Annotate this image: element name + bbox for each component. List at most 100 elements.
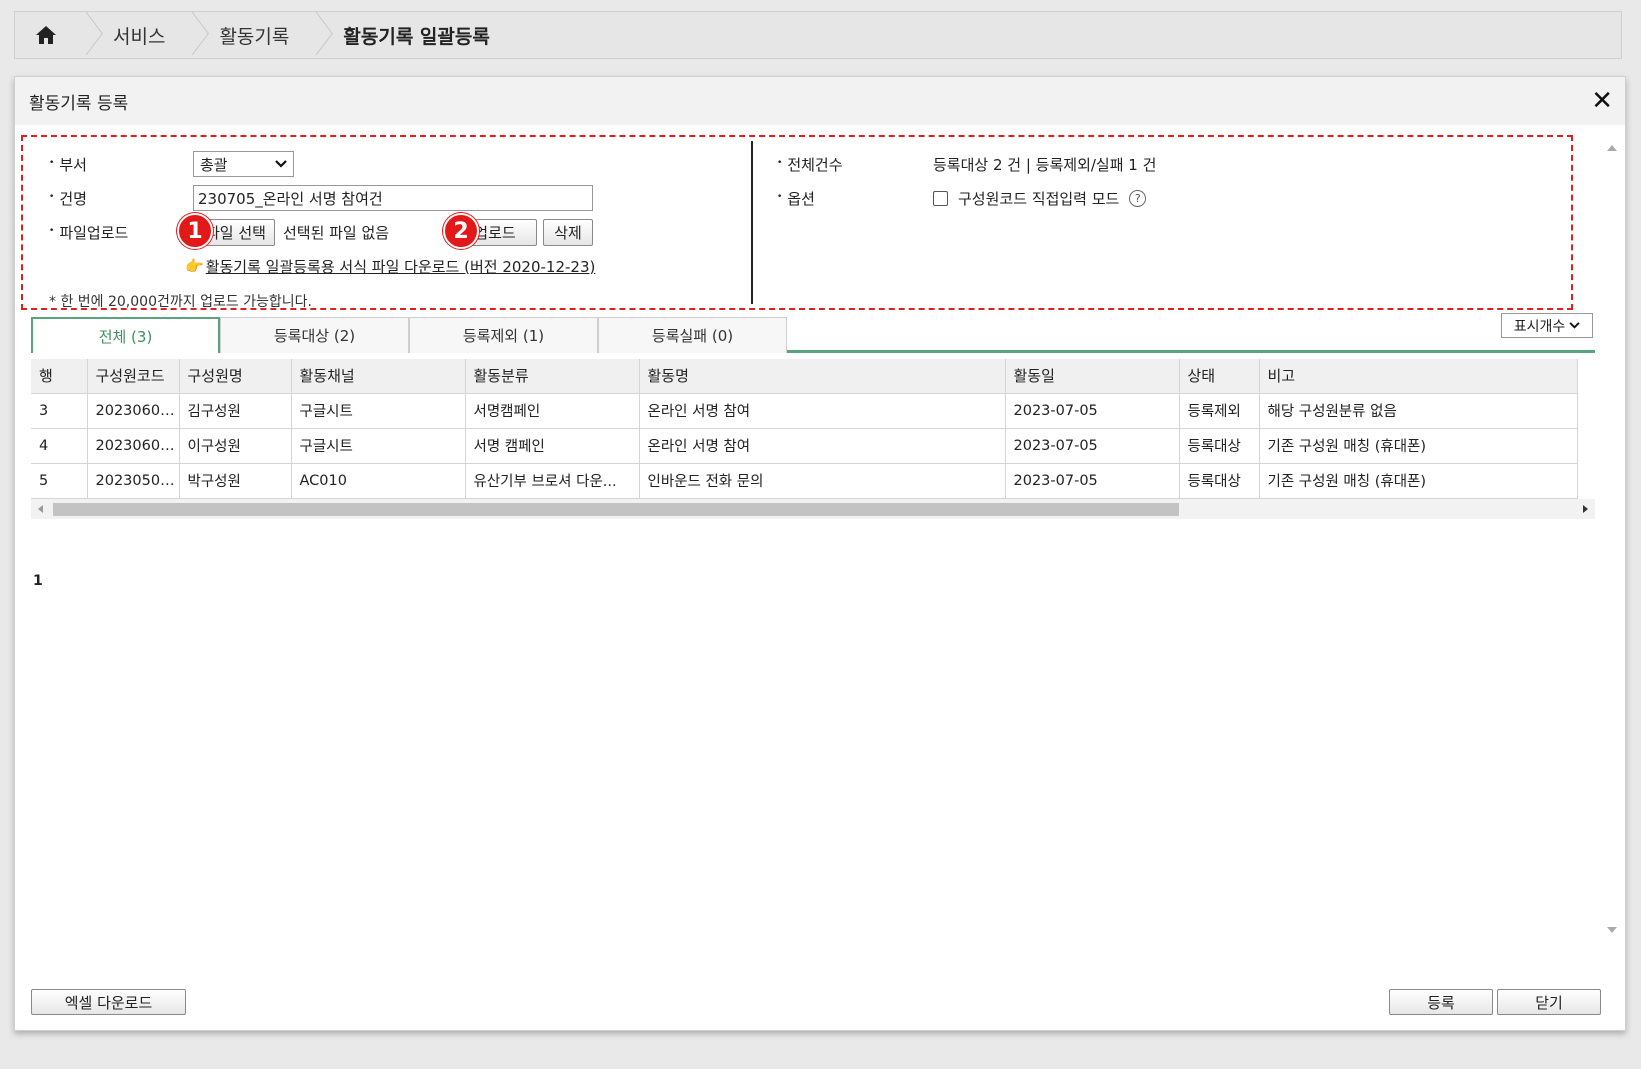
col-header-category[interactable]: 활동분류 xyxy=(465,359,640,394)
step-badge-1: 1 xyxy=(177,213,213,249)
dialog-title: 활동기록 등록 xyxy=(29,93,129,114)
breadcrumb-item-bulk-register: 활동기록 일괄등록 xyxy=(343,25,490,48)
cell-status: 등록대상 xyxy=(1179,463,1260,499)
excel-download-button[interactable]: 엑셀 다운로드 xyxy=(31,989,186,1015)
col-header-member-name[interactable]: 구성원명 xyxy=(179,359,292,394)
col-header-channel[interactable]: 활동채널 xyxy=(291,359,466,394)
breadcrumb-separator xyxy=(183,12,197,58)
scroll-down-icon[interactable] xyxy=(1607,927,1617,933)
option-label: 옵션 xyxy=(777,188,933,209)
col-header-activity-name[interactable]: 활동명 xyxy=(639,359,1006,394)
direct-input-checkbox[interactable] xyxy=(933,190,948,206)
cell-channel: AC010 xyxy=(291,463,466,499)
cell-member-name: 박구성원 xyxy=(179,463,292,499)
cell-activity-date: 2023-07-05 xyxy=(1005,393,1180,429)
cell-member-name: 김구성원 xyxy=(179,393,292,429)
col-header-member-code[interactable]: 구성원코드 xyxy=(87,359,180,394)
step-badge-2: 2 xyxy=(443,213,479,249)
help-icon[interactable]: ? xyxy=(1129,189,1147,207)
table-header-row: 행 구성원코드 구성원명 활동채널 활동분류 활동명 활동일 상태 비고 xyxy=(31,359,1578,394)
cell-activity-date: 2023-07-05 xyxy=(1005,463,1180,499)
dept-select[interactable]: 총괄 xyxy=(193,151,294,177)
scroll-up-icon[interactable] xyxy=(1607,145,1617,151)
dept-label: 부서 xyxy=(49,154,193,175)
delete-button[interactable]: 삭제 xyxy=(542,218,593,246)
name-label: 건명 xyxy=(49,188,193,209)
cell-remark: 기존 구성원 매칭 (휴대폰) xyxy=(1259,428,1578,464)
total-label: 전체건수 xyxy=(777,154,933,175)
option-row: 옵션 구성원코드 직접입력 모드 ? xyxy=(777,181,1571,215)
breadcrumb-item-service[interactable]: 서비스 xyxy=(91,22,183,49)
tab-all[interactable]: 전체 (3) xyxy=(31,317,220,353)
template-row: 👉 활동기록 일괄등록용 서식 파일 다운로드 (버전 2020-12-23) xyxy=(49,249,751,283)
cell-row: 5 xyxy=(31,463,88,499)
cell-activity-name: 온라인 서명 참여 xyxy=(639,428,1006,464)
scroll-right-icon[interactable] xyxy=(1583,504,1588,513)
scroll-left-icon[interactable] xyxy=(38,504,43,513)
close-button[interactable]: 닫기 xyxy=(1497,989,1601,1015)
register-button[interactable]: 등록 xyxy=(1389,989,1493,1015)
show-count-select[interactable]: 표시개수 xyxy=(1501,313,1593,338)
col-header-status[interactable]: 상태 xyxy=(1179,359,1260,394)
direct-input-label: 구성원코드 직접입력 모드 xyxy=(958,189,1120,208)
cell-member-name: 이구성원 xyxy=(179,428,292,464)
total-value: 등록대상 2 건 | 등록제외/실패 1 건 xyxy=(933,155,1157,174)
tab-failed[interactable]: 등록실패 (0) xyxy=(598,317,787,353)
cell-member-code: 20230600... xyxy=(87,393,180,429)
chevron-down-icon xyxy=(275,160,287,168)
cell-activity-name: 온라인 서명 참여 xyxy=(639,393,1006,429)
dept-row: 부서 총괄 xyxy=(49,147,751,181)
cell-activity-name: 인바운드 전화 문의 xyxy=(639,463,1006,499)
dept-select-value: 총괄 xyxy=(200,155,228,174)
cell-status: 등록대상 xyxy=(1179,428,1260,464)
table-row[interactable]: 3 20230600... 김구성원 구글시트 서명캠페인 온라인 서명 참여 … xyxy=(31,393,1578,429)
template-download-link[interactable]: 활동기록 일괄등록용 서식 파일 다운로드 (버전 2020-12-23) xyxy=(206,256,596,277)
cell-row: 3 xyxy=(31,393,88,429)
result-table: 행 구성원코드 구성원명 활동채널 활동분류 활동명 활동일 상태 비고 3 2… xyxy=(31,359,1578,499)
dialog-header: 활동기록 등록 ✕ xyxy=(15,77,1625,125)
col-header-remark[interactable]: 비고 xyxy=(1259,359,1578,394)
activity-register-dialog: 활동기록 등록 ✕ 부서 총괄 건명 230705_온라인 서명 참여건 파일업… xyxy=(14,76,1626,1031)
total-row: 전체건수 등록대상 2 건 | 등록제외/실패 1 건 xyxy=(777,147,1571,181)
horizontal-scrollbar[interactable] xyxy=(31,498,1595,519)
vertical-scrollbar[interactable] xyxy=(1603,137,1621,933)
cell-member-code: 20230500... xyxy=(87,463,180,499)
cell-row: 4 xyxy=(31,428,88,464)
show-count-label: 표시개수 xyxy=(1513,318,1566,335)
pointing-hand-icon: 👉 xyxy=(185,257,204,275)
pagination-current-page[interactable]: 1 xyxy=(33,573,43,589)
close-icon[interactable]: ✕ xyxy=(1591,88,1613,114)
chevron-down-icon xyxy=(1569,322,1580,329)
cell-channel: 구글시트 xyxy=(291,393,466,429)
file-none-text: 선택된 파일 없음 xyxy=(282,223,390,242)
result-grid: 행 구성원코드 구성원명 활동채널 활동분류 활동명 활동일 상태 비고 3 2… xyxy=(31,359,1595,519)
scrollbar-thumb[interactable] xyxy=(53,502,1179,516)
cell-category: 서명 캠페인 xyxy=(465,428,640,464)
result-tabs: 전체 (3) 등록대상 (2) 등록제외 (1) 등록실패 (0) 표시개수 xyxy=(31,313,1595,353)
breadcrumb-separator xyxy=(77,12,91,58)
table-row[interactable]: 5 20230500... 박구성원 AC010 유산기부 브로셔 다운... … xyxy=(31,463,1578,499)
col-header-row[interactable]: 행 xyxy=(31,359,88,394)
breadcrumb-item-activity[interactable]: 활동기록 xyxy=(197,22,307,49)
form-right-section: 전체건수 등록대상 2 건 | 등록제외/실패 1 건 옵션 구성원코드 직접입… xyxy=(753,137,1571,308)
cell-channel: 구글시트 xyxy=(291,428,466,464)
cell-category: 서명캠페인 xyxy=(465,393,640,429)
file-row: 파일업로드 파일 선택 선택된 파일 없음 업로드 삭제 1 2 xyxy=(49,213,751,249)
cell-activity-date: 2023-07-05 xyxy=(1005,428,1180,464)
form-left-section: 부서 총괄 건명 230705_온라인 서명 참여건 파일업로드 파일 선택 선… xyxy=(23,141,753,310)
upload-limit-note: * 한 번에 20,000건까지 업로드 가능합니다. xyxy=(49,294,313,310)
name-input[interactable]: 230705_온라인 서명 참여건 xyxy=(193,185,593,211)
file-label: 파일업로드 xyxy=(49,222,193,243)
breadcrumb-separator xyxy=(307,12,321,58)
home-icon[interactable] xyxy=(15,12,77,58)
cell-remark: 해당 구성원분류 없음 xyxy=(1259,393,1578,429)
tab-target[interactable]: 등록대상 (2) xyxy=(220,317,409,353)
col-header-activity-date[interactable]: 활동일 xyxy=(1005,359,1180,394)
cell-category: 유산기부 브로셔 다운... xyxy=(465,463,640,499)
cell-remark: 기존 구성원 매칭 (휴대폰) xyxy=(1259,463,1578,499)
upload-form-panel: 부서 총괄 건명 230705_온라인 서명 참여건 파일업로드 파일 선택 선… xyxy=(21,135,1573,310)
tab-excluded[interactable]: 등록제외 (1) xyxy=(409,317,598,353)
table-row[interactable]: 4 20230600... 이구성원 구글시트 서명 캠페인 온라인 서명 참여… xyxy=(31,428,1578,464)
cell-status: 등록제외 xyxy=(1179,393,1260,429)
breadcrumb: 서비스 활동기록 활동기록 일괄등록 xyxy=(14,11,1622,59)
